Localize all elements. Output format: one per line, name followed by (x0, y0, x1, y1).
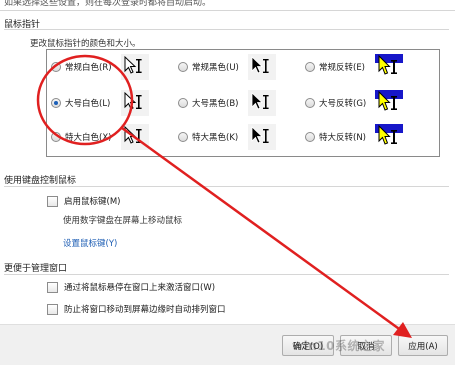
pointer-scheme-option[interactable]: 大号反转(G) (305, 90, 403, 116)
radio-button[interactable] (305, 62, 315, 72)
pointer-section-divider (4, 29, 449, 30)
radio-button[interactable] (305, 132, 315, 142)
pointer-scheme-option[interactable]: 特大白色(X) (51, 124, 149, 150)
radio-button[interactable] (178, 98, 188, 108)
scheme-label: 大号黑色(B) (192, 99, 239, 109)
scheme-label: 特大黑色(K) (192, 133, 239, 143)
scheme-label: 大号反转(G) (319, 99, 367, 109)
checkbox-box[interactable] (47, 195, 58, 207)
pointer-preview-icon (121, 124, 149, 150)
pointer-scheme-option[interactable]: 常规反转(E) (305, 54, 403, 80)
prevent-arrange-label: 防止将窗口移动到屏幕边缘时自动排列窗口 (64, 305, 226, 315)
keyboard-section-title: 使用键盘控制鼠标 (4, 176, 77, 186)
pointer-preview-icon (375, 124, 403, 150)
checkbox-box[interactable] (47, 303, 58, 315)
scheme-label: 常规反转(E) (319, 63, 366, 73)
hover-activate-checkbox[interactable]: 通过将鼠标悬停在窗口上来激活窗口(W) (47, 281, 215, 293)
pointer-preview-icon (248, 124, 276, 150)
apply-button[interactable]: 应用(A) (398, 335, 448, 356)
radio-button[interactable] (305, 98, 315, 108)
radio-button[interactable] (178, 132, 188, 142)
watermark-text: win10系统之家 (292, 339, 385, 353)
pointer-preview-icon (121, 90, 149, 116)
pointer-scheme-option[interactable]: 特大反转(N) (305, 124, 403, 150)
pointer-preview-icon (248, 90, 276, 116)
checkbox-box[interactable] (47, 281, 58, 293)
scheme-label: 特大反转(N) (319, 133, 366, 143)
pointer-preview-icon (375, 90, 403, 116)
pointer-section-description: 更改鼠标指针的颜色和大小。 (30, 39, 141, 49)
scheme-label: 特大白色(X) (65, 133, 112, 143)
radio-button[interactable] (51, 62, 61, 72)
radio-button[interactable] (51, 98, 61, 108)
radio-button[interactable] (51, 132, 61, 142)
pointer-scheme-option[interactable]: 特大黑色(K) (178, 124, 276, 150)
prevent-arrange-checkbox[interactable]: 防止将窗口移动到屏幕边缘时自动排列窗口 (47, 303, 226, 315)
top-divider (0, 10, 455, 11)
radio-button[interactable] (178, 62, 188, 72)
pointer-preview-icon (121, 54, 149, 80)
setup-mouse-keys-link[interactable]: 设置鼠标键(Y) (63, 237, 117, 249)
pointer-scheme-option[interactable]: 常规白色(R) (51, 54, 149, 80)
enable-mouse-keys-label: 启用鼠标键(M) (64, 197, 121, 207)
enable-mouse-keys-checkbox[interactable]: 启用鼠标键(M) (47, 195, 120, 207)
window-section-title: 更便于管理窗口 (4, 264, 68, 274)
annotation-arrow-line (120, 126, 404, 333)
dialog-button-bar: 确定(O) 取消 应用(A) (0, 324, 455, 365)
pointer-scheme-option[interactable]: 常规黑色(U) (178, 54, 276, 80)
pointer-scheme-option[interactable]: 大号黑色(B) (178, 90, 276, 116)
pointer-scheme-box: 常规白色(R) 常规黑色(U) 常规反转(E) 大号白色(L) 大号黑色(B) 大号反转(… (46, 49, 440, 157)
scheme-label: 常规白色(R) (65, 63, 112, 73)
top-cut-text: 如果选择这些设置，则在每次登录时都将自动启动。 (4, 0, 212, 8)
pointer-preview-icon (248, 54, 276, 80)
pointer-preview-icon (375, 54, 403, 80)
keyboard-section-divider (4, 186, 449, 187)
scheme-label: 常规黑色(U) (192, 63, 239, 73)
hover-activate-label: 通过将鼠标悬停在窗口上来激活窗口(W) (64, 283, 216, 293)
scheme-label: 大号白色(L) (65, 99, 111, 109)
pointer-scheme-option[interactable]: 大号白色(L) (51, 90, 149, 116)
window-section-divider (4, 274, 449, 275)
mouse-keys-description: 使用数字键盘在屏幕上移动鼠标 (63, 216, 183, 226)
